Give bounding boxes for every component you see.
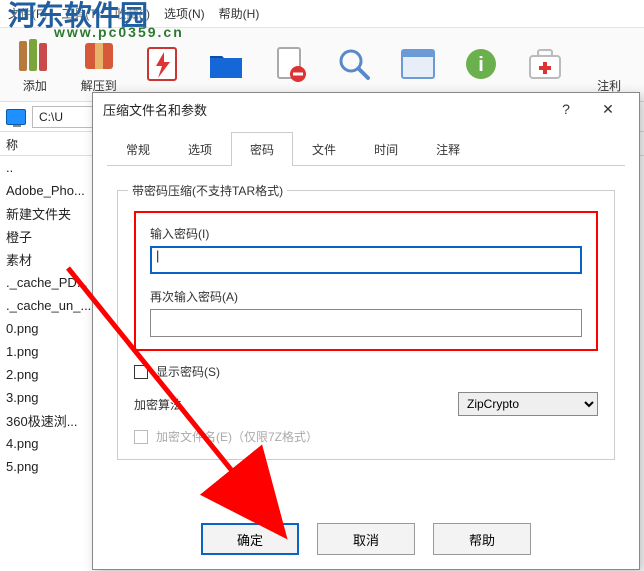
show-password-row[interactable]: 显示密码(S) [134, 363, 598, 380]
menu-file[interactable]: 文件(F) [8, 5, 47, 22]
tab-0[interactable]: 常规 [107, 132, 169, 166]
menu-tools[interactable]: 工具(T) [61, 5, 100, 22]
help-button[interactable]: 帮助 [433, 523, 531, 555]
info-icon: i [461, 44, 501, 84]
compress-dialog: 压缩文件名和参数 ? ✕ 常规选项密码文件时间注释 带密码压缩(不支持TAR格式… [92, 92, 640, 570]
help-icon[interactable]: ? [545, 95, 587, 123]
archive-red-icon [79, 35, 119, 75]
tab-4[interactable]: 时间 [355, 132, 417, 166]
password-again-label: 再次输入密码(A) [150, 288, 582, 305]
tab-1[interactable]: 选项 [169, 132, 231, 166]
show-password-label: 显示密码(S) [156, 363, 220, 380]
dialog-tabs: 常规选项密码文件时间注释 [107, 131, 625, 166]
highlight-box: 输入密码(I) | 再次输入密码(A) [134, 211, 598, 351]
password-label: 输入密码(I) [150, 225, 582, 242]
toolbar-info[interactable]: i [453, 32, 511, 98]
page-minus-icon [270, 44, 310, 84]
password-input[interactable]: | [150, 246, 582, 274]
password-again-input[interactable] [150, 309, 582, 337]
menu-options[interactable]: 选项(N) [164, 5, 205, 22]
search-icon [334, 44, 374, 84]
password-panel: 带密码压缩(不支持TAR格式) 输入密码(I) | 再次输入密码(A) 显示密码… [93, 166, 639, 460]
toolbar-test[interactable] [134, 32, 192, 98]
password-group: 带密码压缩(不支持TAR格式) 输入密码(I) | 再次输入密码(A) 显示密码… [117, 190, 615, 460]
menu-favorites[interactable]: 收藏(I) [115, 5, 150, 22]
tab-2[interactable]: 密码 [231, 132, 293, 166]
toolbar-search[interactable] [325, 32, 383, 98]
dialog-titlebar: 压缩文件名和参数 ? ✕ [93, 93, 639, 125]
tab-5[interactable]: 注释 [417, 132, 479, 166]
algo-row: 加密算法 ZipCrypto [134, 392, 598, 416]
toolbar-annotate[interactable]: 注利 [580, 32, 638, 98]
folder-icon [206, 44, 246, 84]
encrypt-names-row: 加密文件名(E)（仅限7Z格式） [134, 428, 598, 445]
encrypt-names-label: 加密文件名(E)（仅限7Z格式） [156, 428, 318, 445]
note-icon [589, 35, 629, 75]
ok-button[interactable]: 确定 [201, 523, 299, 555]
toolbar-view[interactable] [197, 32, 255, 98]
window-icon [398, 44, 438, 84]
medkit-icon [525, 44, 565, 84]
toolbar-extract[interactable]: 解压到 [70, 32, 128, 98]
cancel-button[interactable]: 取消 [317, 523, 415, 555]
tab-3[interactable]: 文件 [293, 132, 355, 166]
dialog-button-row: 确定 取消 帮助 [93, 523, 639, 555]
toolbar-repair[interactable] [516, 32, 574, 98]
toolbar-add-label: 添加 [23, 77, 47, 94]
toolbar-delete[interactable] [261, 32, 319, 98]
toolbar: 添加 解压到 i [0, 28, 644, 102]
books-icon [15, 35, 55, 75]
dialog-title: 压缩文件名和参数 [103, 100, 207, 119]
algo-label: 加密算法 [134, 396, 182, 413]
svg-text:i: i [479, 54, 485, 76]
group-title: 带密码压缩(不支持TAR格式) [128, 182, 287, 199]
menubar: 文件(F) 工具(T) 收藏(I) 选项(N) 帮助(H) [0, 0, 644, 28]
toolbar-wizard[interactable] [389, 32, 447, 98]
menu-help[interactable]: 帮助(H) [219, 5, 260, 22]
close-icon[interactable]: ✕ [587, 95, 629, 123]
bolt-icon [142, 44, 182, 84]
monitor-icon [6, 109, 26, 125]
checkbox-icon[interactable] [134, 365, 148, 379]
algo-select[interactable]: ZipCrypto [458, 392, 598, 416]
toolbar-add[interactable]: 添加 [6, 32, 64, 98]
checkbox-disabled-icon [134, 430, 148, 444]
